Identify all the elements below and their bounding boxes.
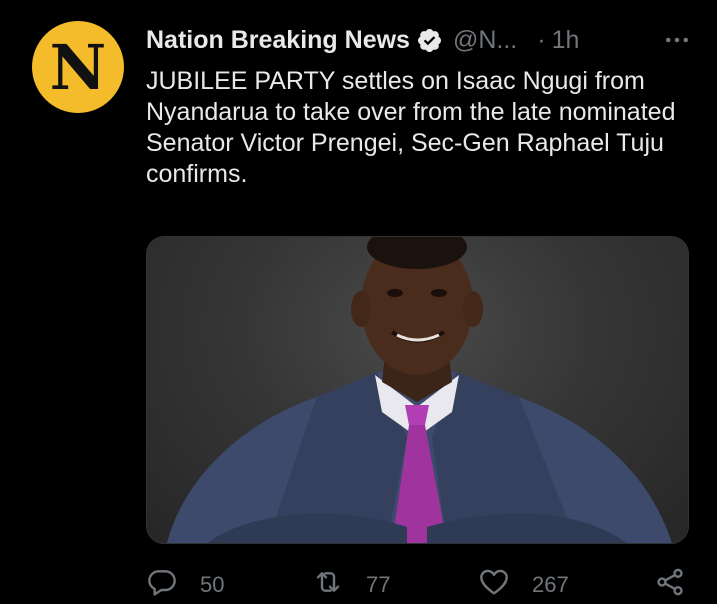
- retweet-icon: [312, 566, 344, 604]
- separator-dot: ·: [537, 25, 546, 54]
- heart-icon: [478, 566, 510, 604]
- share-button[interactable]: [654, 566, 686, 604]
- reply-count: 50: [200, 572, 225, 597]
- tweet-timestamp[interactable]: 1h: [552, 26, 580, 55]
- tweet[interactable]: N Nation Breaking News @N... · 1h JUBILE…: [0, 0, 717, 598]
- reply-button[interactable]: 50: [146, 566, 224, 604]
- share-icon: [654, 566, 686, 604]
- avatar[interactable]: N: [32, 21, 124, 113]
- reply-icon: [146, 566, 178, 604]
- retweet-button[interactable]: 77: [312, 566, 390, 604]
- photo-of-man-in-suit: [167, 237, 672, 543]
- like-button[interactable]: 267: [478, 566, 569, 604]
- tweet-header: Nation Breaking News @N... · 1h: [146, 24, 692, 56]
- avatar-logo-letter: N: [49, 31, 107, 104]
- user-handle[interactable]: @N...: [453, 26, 517, 55]
- display-name[interactable]: Nation Breaking News: [146, 26, 410, 55]
- retweet-count: 77: [366, 572, 391, 597]
- verified-badge-icon: [416, 27, 443, 54]
- more-options-icon[interactable]: [652, 24, 692, 56]
- tweet-text: JUBILEE PARTY settles on Isaac Ngugi fro…: [146, 67, 676, 188]
- like-count: 267: [532, 572, 569, 597]
- tweet-actions: 50 77 267: [146, 566, 692, 602]
- tweet-photo[interactable]: [146, 236, 689, 544]
